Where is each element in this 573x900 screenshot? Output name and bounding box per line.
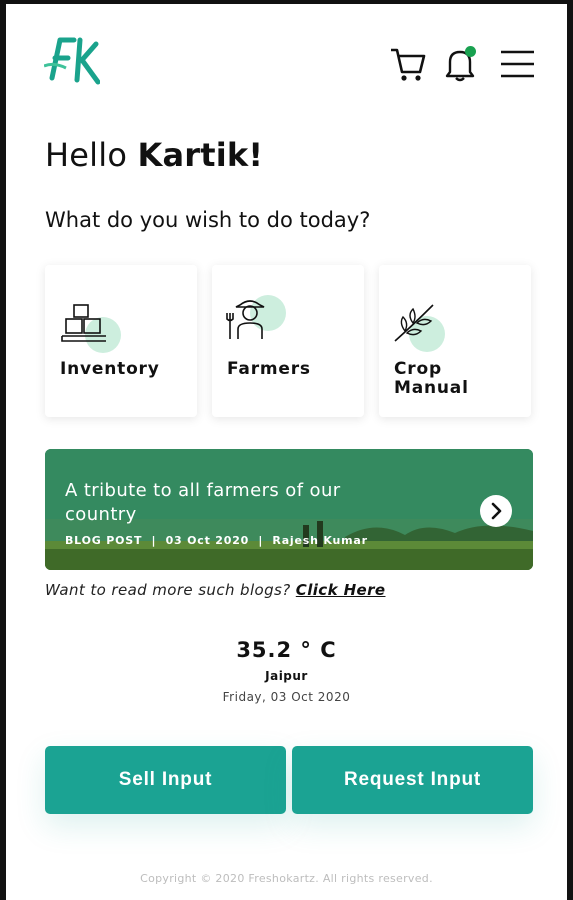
prompt-question: What do you wish to do today?: [45, 208, 371, 232]
more-blogs-text: Want to read more such blogs?: [45, 581, 296, 599]
crop-manual-label: Crop Manual: [394, 360, 469, 398]
copyright-footer: Copyright © 2020 Freshokartz. All rights…: [140, 872, 433, 885]
banner-next-button[interactable]: [480, 495, 512, 527]
click-here-link[interactable]: Click Here: [296, 581, 386, 599]
fk-logo: [44, 37, 100, 85]
city: Jaipur: [265, 669, 308, 683]
more-blogs-prompt: Want to read more such blogs? Click Here: [45, 581, 385, 599]
banner-meta: BLOG POST | 03 Oct 2020 | Rajesh Kumar: [65, 534, 368, 547]
notification-dot: [465, 46, 476, 57]
leaf-branch-icon: [394, 304, 434, 342]
farmers-card[interactable]: Farmers: [212, 265, 364, 417]
chevron-right-icon: [491, 502, 502, 520]
greeting-prefix: Hello: [45, 136, 138, 174]
user-name: Kartik!: [137, 136, 264, 174]
farmer-icon: [226, 300, 265, 339]
temperature: 35.2 ° C: [236, 638, 337, 662]
farmers-label: Farmers: [227, 359, 311, 379]
blog-banner[interactable]: A tribute to all farmers of our country …: [45, 449, 533, 570]
inventory-card[interactable]: Inventory: [45, 265, 197, 417]
inventory-boxes-icon: [61, 304, 106, 342]
crop-manual-line1: Crop: [394, 359, 442, 379]
crop-manual-card[interactable]: Crop Manual: [379, 265, 531, 417]
cart-icon[interactable]: [388, 44, 428, 84]
hamburger-menu-icon[interactable]: [498, 44, 538, 84]
inventory-label: Inventory: [60, 359, 160, 379]
greeting: Hello Kartik!: [45, 136, 263, 174]
request-input-button[interactable]: Request Input: [292, 746, 533, 814]
crop-manual-line2: Manual: [394, 378, 469, 398]
weather-date: Friday, 03 Oct 2020: [222, 690, 351, 704]
banner-title: A tribute to all farmers of our country: [65, 480, 341, 525]
sell-input-button[interactable]: Sell Input: [45, 746, 286, 814]
